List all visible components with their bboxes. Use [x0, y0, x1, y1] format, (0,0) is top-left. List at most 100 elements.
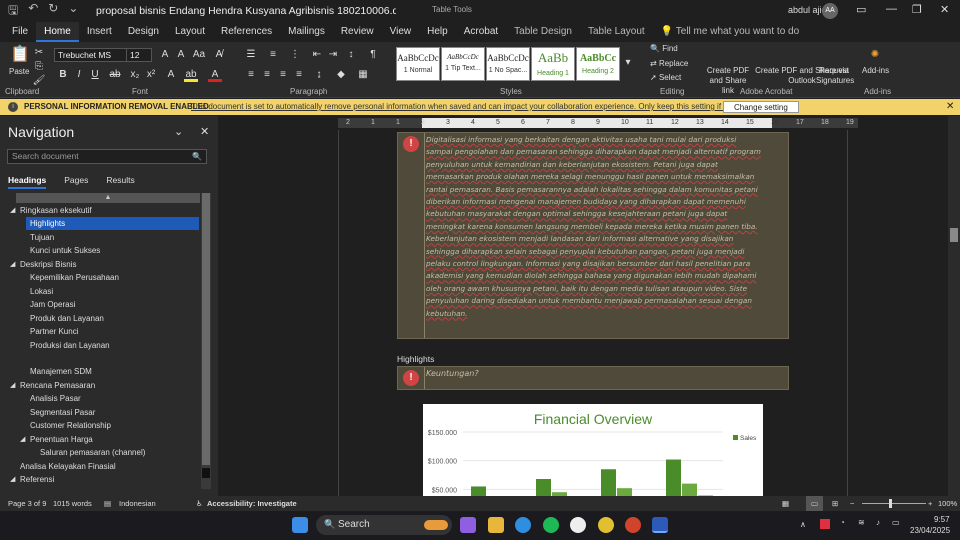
select-button[interactable]: ➚ Select — [650, 73, 681, 82]
italic-icon[interactable]: I — [72, 68, 86, 82]
word-icon[interactable] — [652, 517, 668, 533]
focus-icon[interactable]: ▦ — [782, 496, 789, 511]
tray-app-icon[interactable] — [820, 519, 830, 529]
tray-status-icon[interactable]: ◔ — [840, 518, 845, 527]
heading-item[interactable]: Highlights — [26, 217, 199, 231]
tab-layout[interactable]: Layout — [167, 22, 213, 42]
bold-icon[interactable]: B — [56, 68, 70, 82]
info-message[interactable]: This document is set to automatically re… — [191, 99, 752, 115]
tab-mailings[interactable]: Mailings — [280, 22, 333, 42]
style-normal[interactable]: AaBbCcDc 1 Normal — [396, 47, 440, 81]
print-layout-icon[interactable]: ▭ — [806, 496, 824, 511]
heading-highlights[interactable]: Highlights — [397, 354, 434, 364]
align-right-icon[interactable]: ≡ — [276, 68, 290, 82]
maximize-button[interactable]: ❐ — [912, 3, 922, 16]
heading-item[interactable]: Lokasi — [30, 285, 53, 298]
heading-item[interactable]: Partner Kunci — [30, 325, 78, 338]
paste-button[interactable]: Paste — [9, 67, 29, 76]
clear-format-icon[interactable]: A̸ — [212, 48, 226, 62]
expand-triangle-icon[interactable]: ◢ — [10, 204, 15, 217]
request-signatures-button[interactable]: Request Signatures — [816, 66, 854, 86]
show-marks-icon[interactable]: ¶ — [366, 48, 380, 62]
style-no-spacing[interactable]: AaBbCcDc 1 No Spac... — [486, 47, 530, 81]
font-name-box[interactable]: Trebuchet MS — [54, 48, 130, 62]
bullets-icon[interactable]: ☰ — [244, 48, 258, 62]
copy-icon[interactable]: ⎘ — [32, 60, 46, 74]
tell-me-search[interactable]: 💡 Tell me what you want to do — [653, 22, 807, 42]
nav-close-icon[interactable]: ✕ — [200, 125, 209, 138]
body-paragraph[interactable]: Digitalisasi informasi yang berkaitan de… — [426, 134, 762, 320]
heading-item[interactable]: Rencana Pemasaran — [20, 379, 95, 392]
undo-icon[interactable]: ↶ — [28, 1, 38, 22]
battery-icon[interactable]: ▭ — [892, 518, 900, 527]
style-heading-1[interactable]: AaBb Heading 1 — [531, 47, 575, 81]
heading-item[interactable]: Manajemen SDM — [30, 365, 92, 378]
heading-item[interactable]: Ringkasan eksekutif — [20, 204, 92, 217]
edge-icon[interactable] — [515, 517, 531, 533]
wifi-icon[interactable]: ≋ — [858, 518, 865, 527]
nav-scrollbar[interactable] — [201, 193, 211, 489]
addins-icon[interactable]: ✺ — [868, 48, 882, 62]
tab-pages[interactable]: Pages — [64, 175, 88, 189]
document-scrollbar[interactable] — [948, 116, 960, 496]
numbering-icon[interactable]: ≡ — [266, 48, 280, 62]
text-effects-icon[interactable]: A — [164, 68, 178, 82]
heading-item[interactable]: Deskripsi Bisnis — [20, 258, 76, 271]
heading-item[interactable]: Jam Operasi — [30, 298, 75, 311]
document-area[interactable]: 2 1 1 2 3 4 5 6 7 8 9 10 11 12 13 14 15 16 17 18 19 ! Digita… — [218, 116, 948, 496]
increase-indent-icon[interactable]: ⇥ — [326, 48, 340, 62]
cut-icon[interactable]: ✂ — [32, 46, 46, 60]
user-name[interactable]: abdul ajid — [788, 5, 827, 15]
tab-design[interactable]: Design — [120, 22, 167, 42]
content-control-box[interactable]: ! Digitalisasi informasi yang berkaitan … — [397, 132, 789, 339]
expand-triangle-icon[interactable]: ◢ — [10, 258, 15, 271]
nav-options-icon[interactable]: ⌄ — [174, 125, 183, 138]
heading-item[interactable]: Produk dan Layanan — [30, 312, 104, 325]
tab-headings[interactable]: Headings — [8, 175, 47, 189]
highlight-icon[interactable]: ab — [184, 68, 198, 82]
volume-icon[interactable]: ♪ — [876, 518, 880, 527]
superscript-icon[interactable]: x² — [144, 68, 158, 82]
change-case-icon[interactable]: Aa — [192, 48, 206, 62]
heading-item[interactable]: Saluran pemasaran (channel) — [40, 446, 145, 459]
tab-help[interactable]: Help — [419, 22, 456, 42]
heading-item[interactable]: Segmentasi Pasar — [30, 406, 95, 419]
heading-item[interactable]: Kepemilikan Perusahaan — [30, 271, 119, 284]
horizontal-ruler[interactable]: 2 1 1 2 3 4 5 6 7 8 9 10 11 12 13 14 15 16 17 18 19 — [338, 118, 858, 128]
tab-table-design[interactable]: Table Design — [506, 22, 580, 42]
zoom-slider[interactable] — [862, 503, 926, 504]
justify-icon[interactable]: ≡ — [292, 68, 306, 82]
zoom-level[interactable]: 100% — [938, 496, 957, 511]
nav-collapse-bar[interactable]: ▲ — [16, 193, 200, 203]
document-page[interactable]: ! Digitalisasi informasi yang berkaitan … — [338, 130, 848, 496]
tab-references[interactable]: References — [213, 22, 280, 42]
avatar[interactable]: AA — [822, 3, 838, 19]
replace-button[interactable]: ⇄ Replace — [650, 59, 688, 68]
file-explorer-icon[interactable] — [488, 517, 504, 533]
style-heading-2[interactable]: AaBbCc Heading 2 — [576, 47, 620, 81]
format-painter-icon[interactable]: 🖌 — [32, 74, 46, 88]
zoom-out-icon[interactable]: − — [850, 496, 854, 511]
tip-box[interactable]: ! Keuntungan? — [397, 366, 789, 390]
addins-button[interactable]: Add-ins — [862, 66, 889, 75]
accessibility-status[interactable]: Accessibility: Investigate — [207, 496, 297, 511]
expand-triangle-icon[interactable]: ◢ — [20, 433, 25, 446]
tab-review[interactable]: Review — [333, 22, 382, 42]
styles-more-icon[interactable]: ▾ — [621, 56, 635, 70]
nav-scroll-thumb[interactable] — [202, 193, 210, 465]
nav-search-input[interactable]: Search document — [7, 149, 207, 164]
financial-chart[interactable]: Financial Overview $150.000 $100.000 $50.00… — [423, 404, 763, 496]
tip-text[interactable]: Keuntungan? — [426, 369, 479, 378]
shrink-font-icon[interactable]: A — [174, 48, 188, 62]
page-count[interactable]: Page 3 of 9 — [8, 496, 46, 511]
heading-item[interactable]: Analisa Kelayakan Finasial — [20, 460, 116, 473]
heading-item[interactable]: Analisis Pasar — [30, 392, 81, 405]
align-left-icon[interactable]: ≡ — [244, 68, 258, 82]
tab-table-layout[interactable]: Table Layout — [580, 22, 653, 42]
redo-icon[interactable]: ↻ — [48, 1, 58, 22]
expand-triangle-icon[interactable]: ◢ — [10, 379, 15, 392]
copilot-icon[interactable] — [460, 517, 476, 533]
grow-font-icon[interactable]: A — [158, 48, 172, 62]
close-button[interactable]: ✕ — [940, 3, 949, 16]
spotify-icon[interactable] — [543, 517, 559, 533]
